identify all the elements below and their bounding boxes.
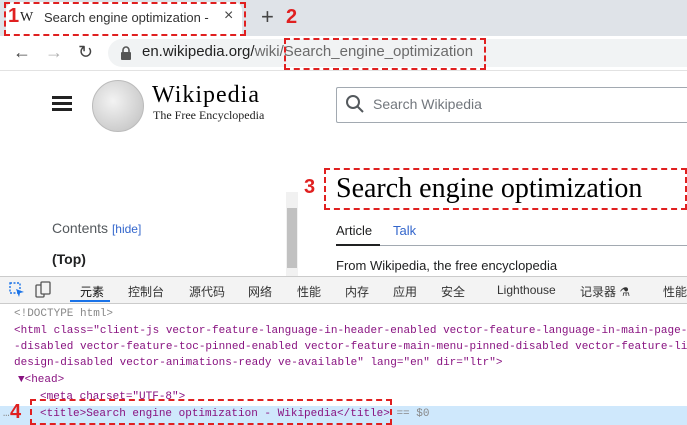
- main-menu-icon[interactable]: [52, 96, 72, 114]
- devtools-tab-performance[interactable]: 性能: [297, 283, 321, 300]
- devtools-tab-memory[interactable]: 内存: [345, 283, 369, 300]
- toc-title: Contents: [52, 220, 109, 236]
- devtools-tab-selected-indicator: [70, 300, 110, 302]
- toc-hide-link[interactable]: [hide]: [112, 222, 141, 236]
- wikipedia-wordmark[interactable]: Wikipedia: [152, 82, 260, 109]
- tabs-divider: [336, 245, 687, 246]
- annotation-number-2: 2: [286, 6, 298, 28]
- html-tag-line-cont: -disabled vector-feature-toc-pinned-enab…: [14, 341, 687, 353]
- tab-article[interactable]: Article: [336, 223, 372, 238]
- devtools-tab-elements[interactable]: 元素: [80, 283, 104, 300]
- from-wikipedia-line: From Wikipedia, the free encyclopedia: [336, 258, 558, 273]
- lock-icon[interactable]: [120, 46, 132, 60]
- new-tab-icon[interactable]: +: [261, 4, 274, 30]
- doctype-line[interactable]: <!DOCTYPE html>: [14, 308, 113, 320]
- wikipedia-tagline: The Free Encyclopedia: [153, 108, 265, 122]
- devtools-tab-console[interactable]: 控制台: [128, 283, 164, 300]
- annotation-box-4: [30, 399, 392, 425]
- tab-talk[interactable]: Talk: [393, 223, 416, 238]
- devtools-tab-lighthouse[interactable]: Lighthouse: [497, 283, 556, 297]
- console-ref: == $0: [389, 408, 430, 420]
- devtools-tab-application[interactable]: 应用: [393, 283, 417, 300]
- devtools-tab-network[interactable]: 网络: [248, 283, 272, 300]
- devtools-tab-performance-insights[interactable]: 性能: [663, 283, 687, 300]
- inspect-element-icon[interactable]: [9, 282, 25, 298]
- annotation-number-1: 1: [8, 5, 20, 27]
- search-placeholder: Search Wikipedia: [373, 96, 482, 112]
- annotation-box-1: [4, 2, 246, 36]
- devtools-tab-security[interactable]: 安全: [441, 283, 465, 300]
- search-icon: [346, 95, 364, 113]
- tab-selected-indicator: [336, 244, 380, 246]
- html-tag-line[interactable]: <html class="client-js vector-feature-la…: [14, 325, 687, 337]
- head-tag-line[interactable]: ▼<head>: [18, 374, 64, 386]
- html-tag-line-cont: design-disabled vector-animations-ready …: [14, 357, 503, 369]
- annotation-box-3: [324, 168, 687, 210]
- devtools-tab-sources[interactable]: 源代码: [189, 283, 225, 300]
- toc-item-top[interactable]: (Top): [52, 251, 86, 267]
- device-toolbar-icon[interactable]: [34, 281, 52, 299]
- back-icon[interactable]: ←: [13, 42, 31, 63]
- row-ellipsis: …: [3, 408, 10, 420]
- toc-scrollbar-thumb[interactable]: [287, 208, 297, 268]
- annotation-number-3: 3: [304, 176, 316, 198]
- url-domain: en.wikipedia.org/: [142, 43, 255, 60]
- devtools-tab-recorder[interactable]: 记录器 ⚗: [580, 283, 630, 300]
- forward-icon[interactable]: →: [45, 42, 63, 63]
- annotation-number-4: 4: [10, 401, 22, 423]
- wikipedia-globe-logo[interactable]: [92, 80, 144, 132]
- reload-icon[interactable]: ↻: [78, 42, 93, 63]
- annotation-box-2: [284, 38, 486, 70]
- toc-header: Contents [hide]: [52, 220, 141, 236]
